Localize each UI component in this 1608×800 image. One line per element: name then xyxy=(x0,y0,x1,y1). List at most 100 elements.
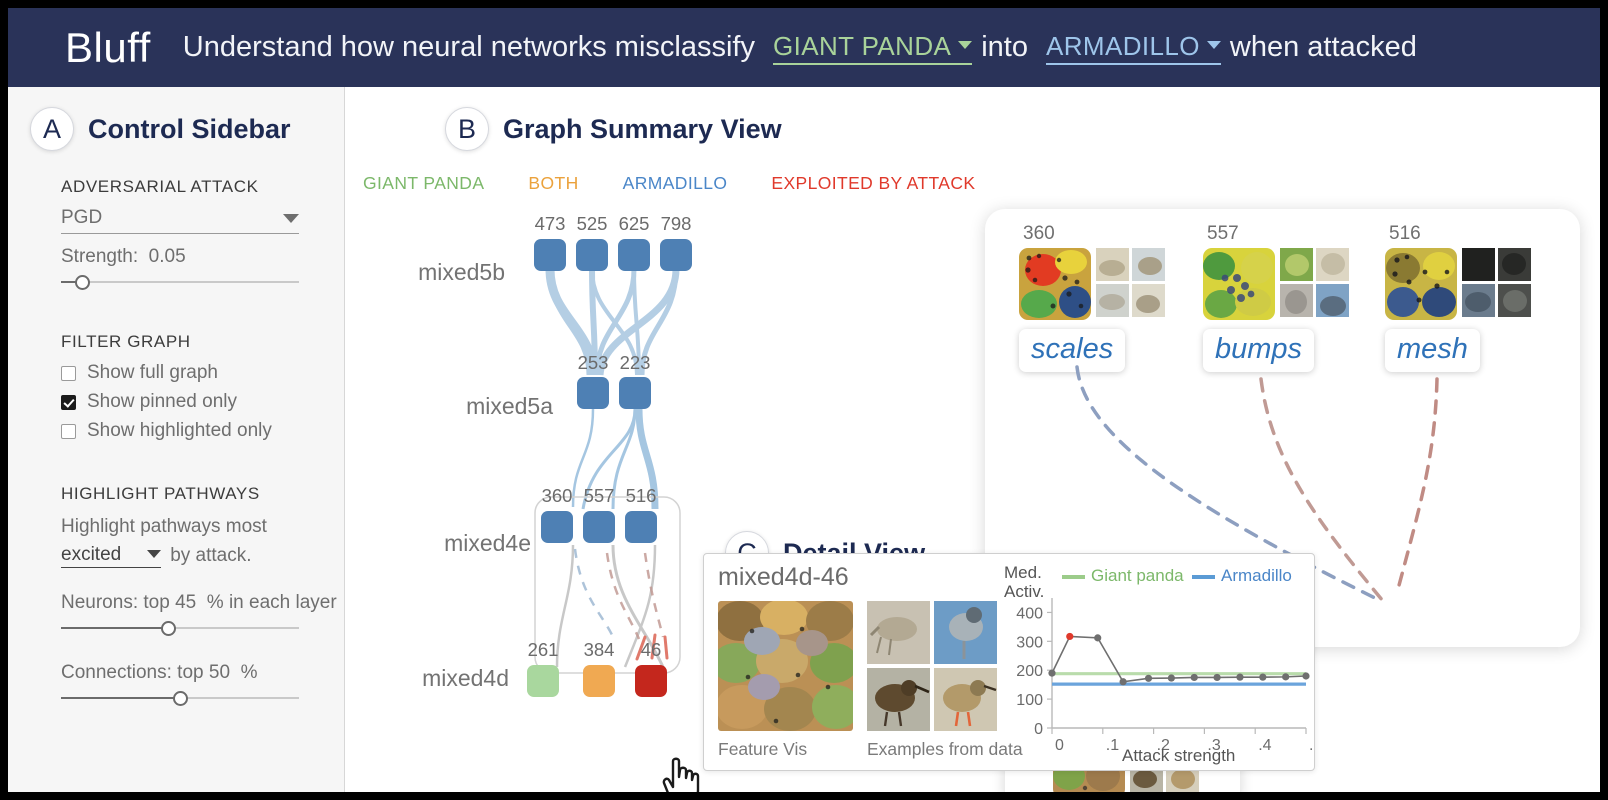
node-number: 798 xyxy=(660,213,692,234)
activation-chart: Med. Activ. Giant panda Armadillo 0 100 200… xyxy=(1004,560,1312,768)
layer-label-mixed4e: mixed4e xyxy=(444,530,531,556)
magnifier-neuron-360[interactable]: 360 scales xyxy=(1019,223,1165,372)
example-image xyxy=(934,668,997,731)
checkbox-icon[interactable] xyxy=(61,423,76,439)
headline-text-middle: into xyxy=(981,31,1028,63)
detail-caption-examples: Examples from data xyxy=(867,739,1023,759)
neurons-value: 45 xyxy=(175,592,197,614)
magnifier-neuron-557[interactable]: 557 bumps xyxy=(1203,223,1349,372)
connections-label-a: Connections: top xyxy=(61,662,204,684)
legend-item-both[interactable]: BOTH xyxy=(528,173,578,194)
svg-text:.5: .5 xyxy=(1309,737,1312,754)
sidebar-header: A Control Sidebar xyxy=(30,107,344,151)
example-image xyxy=(867,668,930,731)
node-number: 516 xyxy=(625,485,657,506)
graph-node-557[interactable] xyxy=(583,511,615,543)
slider-fill xyxy=(61,627,169,630)
slider-knob[interactable] xyxy=(161,621,177,637)
checkbox-icon[interactable] xyxy=(61,365,76,381)
magnifier-neuron-number: 360 xyxy=(1023,223,1055,244)
highlight-mode-dropdown[interactable]: excited xyxy=(61,542,162,569)
layer-label-mixed5b: mixed5b xyxy=(418,259,505,285)
node-number: 525 xyxy=(576,213,608,234)
target-class-label: ARMADILLO xyxy=(1046,30,1200,61)
graph-node-223[interactable] xyxy=(619,377,651,409)
legend-item-armadillo[interactable]: ARMADILLO xyxy=(623,173,728,194)
app-root: Bluff Understand how neural networks mis… xyxy=(8,8,1600,792)
checkbox-show-highlighted-only[interactable]: Show highlighted only xyxy=(61,420,344,442)
example-image xyxy=(1280,248,1313,281)
checkbox-show-full-graph[interactable]: Show full graph xyxy=(61,362,344,384)
graph-node-253[interactable] xyxy=(577,377,609,409)
checkbox-icon-checked[interactable] xyxy=(61,394,76,410)
chevron-down-icon xyxy=(147,550,162,559)
legend-item-exploited-by-attack[interactable]: EXPLOITED BY ATTACK xyxy=(771,173,975,194)
node-number: 261 xyxy=(527,639,559,660)
node-number: 384 xyxy=(583,639,615,660)
node-number: 46 xyxy=(640,639,662,660)
highlight-sentence-line2: excited by attack. xyxy=(61,542,344,569)
node-number: 473 xyxy=(534,213,566,234)
example-image xyxy=(1316,248,1349,281)
example-image xyxy=(1462,248,1495,281)
slider-knob[interactable] xyxy=(173,691,188,707)
attack-strength-label: Strength: 0.05 xyxy=(61,246,344,268)
graph-node-798[interactable] xyxy=(660,239,692,271)
svg-text:0: 0 xyxy=(1034,721,1043,738)
target-class-dropdown[interactable]: ARMADILLO xyxy=(1046,31,1221,65)
app-header: Bluff Understand how neural networks mis… xyxy=(8,8,1600,87)
node-number: 557 xyxy=(583,485,615,506)
graph-node-384[interactable] xyxy=(583,665,615,697)
example-image xyxy=(1316,284,1349,317)
svg-text:.4: .4 xyxy=(1258,737,1271,754)
legend-item-giant-panda[interactable]: GIANT PANDA xyxy=(363,173,484,194)
chevron-down-icon xyxy=(283,213,299,223)
graph-header: B Graph Summary View xyxy=(445,107,1600,151)
detail-examples-grid xyxy=(867,601,997,731)
svg-text:100: 100 xyxy=(1016,692,1043,709)
highlight-sentence-line1: Highlight pathways most xyxy=(61,516,267,537)
feature-vis-thumbnail xyxy=(1019,248,1091,320)
headline-text-before: Understand how neural networks misclassi… xyxy=(182,31,755,63)
attack-method-value: PGD xyxy=(61,207,103,228)
svg-text:0: 0 xyxy=(1055,737,1064,754)
source-class-dropdown[interactable]: GIANT PANDA xyxy=(772,31,973,65)
neurons-slider[interactable] xyxy=(61,620,299,637)
graph-node-360[interactable] xyxy=(541,511,573,543)
connections-label-b: % xyxy=(240,662,258,684)
graph-node-261[interactable] xyxy=(527,665,559,697)
graph-title: Graph Summary View xyxy=(503,113,782,144)
slider-fill xyxy=(61,697,180,700)
attack-strength-slider[interactable] xyxy=(61,274,299,290)
graph-node-516[interactable] xyxy=(625,511,657,543)
magnifier-neuron-516[interactable]: 516 mesh xyxy=(1385,223,1531,372)
magnifier-thumbnails xyxy=(1385,248,1531,320)
concept-label-mesh: mesh xyxy=(1385,329,1480,372)
layer-label-mixed5a: mixed5a xyxy=(466,393,553,419)
magnifier-thumbnails xyxy=(1203,248,1349,320)
node-number: 360 xyxy=(541,485,573,506)
highlight-mode-value: excited xyxy=(61,543,122,565)
example-image xyxy=(1096,248,1129,281)
main-area: B Graph Summary View GIANT PANDA BOTH AR… xyxy=(345,87,1600,792)
graph-node-625[interactable] xyxy=(618,239,650,271)
sidebar-title: Control Sidebar xyxy=(88,113,291,144)
slider-knob[interactable] xyxy=(75,275,91,290)
graph-node-473[interactable] xyxy=(534,239,566,271)
detail-view-card: mixed4d-46 Feature Vis Examples from dat… xyxy=(703,553,1315,771)
graph-canvas: mixed5b mixed5a mixed4e mixed4d 473 525 … xyxy=(345,197,765,792)
attack-method-select[interactable]: PGD xyxy=(61,207,299,234)
node-number: 625 xyxy=(618,213,650,234)
checkbox-show-pinned-only[interactable]: Show pinned only xyxy=(61,391,344,413)
neurons-label-a: Neurons: top xyxy=(61,592,170,614)
graph-node-525[interactable] xyxy=(576,239,608,271)
slider-track xyxy=(61,281,299,283)
connections-value: 50 xyxy=(208,662,231,684)
example-images-grid xyxy=(1462,248,1531,320)
connections-slider[interactable] xyxy=(61,690,299,707)
node-number: 253 xyxy=(577,352,609,373)
graph-node-46[interactable] xyxy=(635,665,667,697)
example-image xyxy=(1132,248,1165,281)
svg-text:400: 400 xyxy=(1016,605,1043,622)
adversarial-attack-section-label: ADVERSARIAL ATTACK xyxy=(61,177,259,196)
